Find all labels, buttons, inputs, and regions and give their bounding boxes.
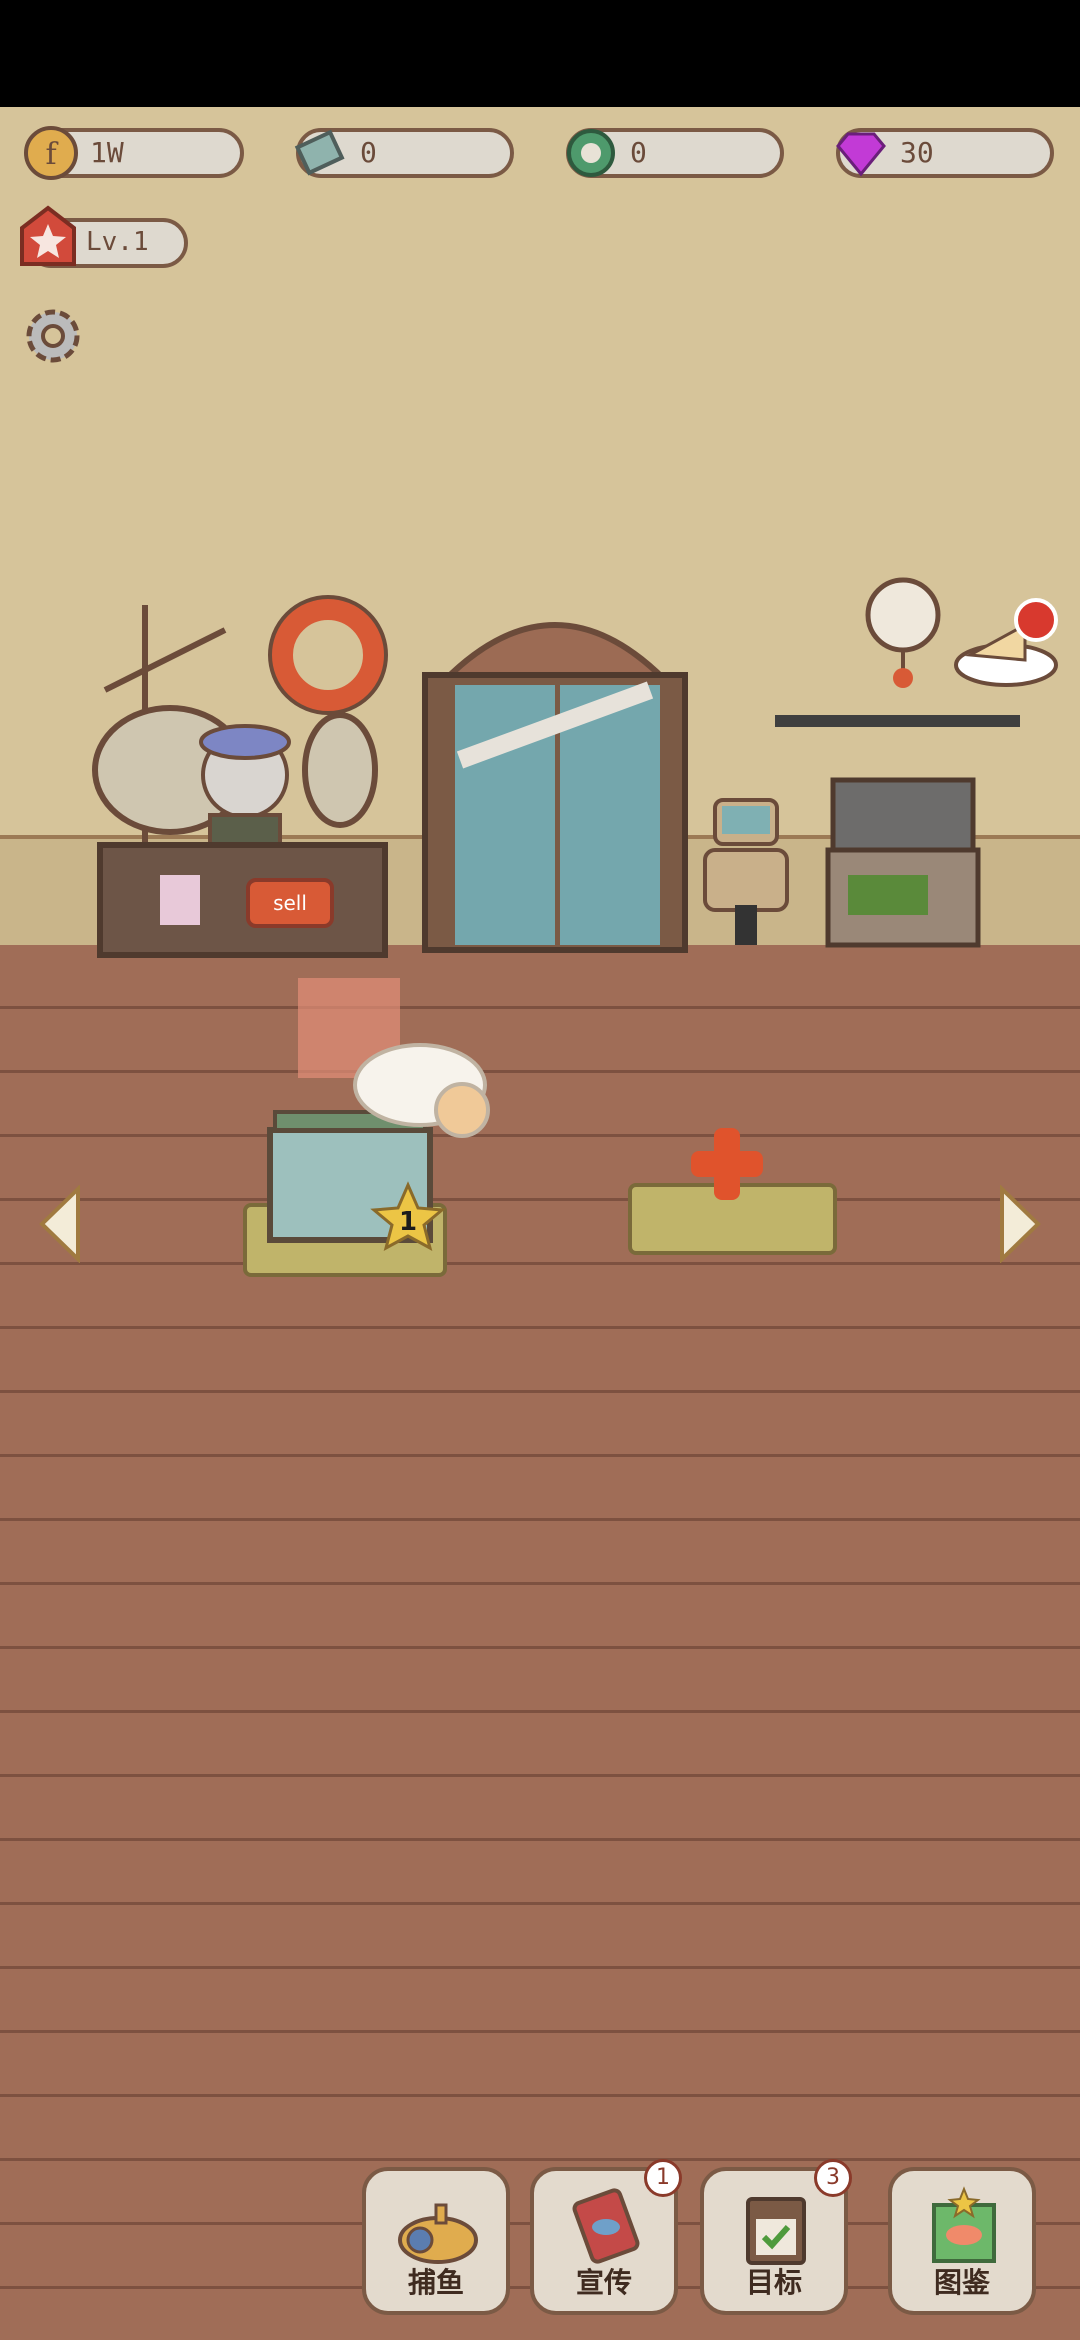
- fishing-label: 捕鱼: [407, 2266, 464, 2299]
- level-text: Lv.1: [86, 227, 149, 257]
- goals-badge: 3: [814, 2159, 852, 2197]
- gem-counter[interactable]: 30: [836, 128, 1054, 178]
- goals-label: 目标: [745, 2266, 802, 2299]
- promotion-label: 宣传: [575, 2266, 632, 2299]
- gem-amount: 30: [900, 136, 934, 169]
- gear-icon[interactable]: [20, 303, 86, 369]
- storage-shelf: [775, 715, 1020, 948]
- add-tank-slot[interactable]: [628, 1128, 837, 1255]
- tank-level-number: 1: [399, 1207, 417, 1237]
- catalog-button[interactable]: 图鉴: [888, 2167, 1036, 2315]
- left-arrow-icon[interactable]: [38, 1185, 82, 1263]
- catalog-label: 图鉴: [933, 2266, 990, 2299]
- goals-button[interactable]: 目标 3: [700, 2159, 852, 2315]
- cash-amount: 0: [360, 136, 377, 169]
- pearl-counter[interactable]: 0: [566, 128, 784, 178]
- elevator-door[interactable]: [422, 622, 688, 953]
- sell-sign-text: sell: [273, 891, 307, 915]
- promotion-badge: 1: [644, 2159, 682, 2197]
- gem-icon: [836, 132, 886, 177]
- fish-tank[interactable]: [243, 1110, 447, 1277]
- cash-counter[interactable]: 0: [294, 128, 514, 178]
- coin-icon: f: [24, 126, 78, 180]
- life-ring-decor: [271, 598, 385, 712]
- right-arrow-icon[interactable]: [998, 1185, 1042, 1263]
- robot-character: [703, 798, 789, 945]
- cash-icon: [294, 129, 345, 176]
- promotion-button[interactable]: 宣传 1: [530, 2159, 682, 2315]
- pearl-amount: 0: [630, 136, 647, 169]
- fishing-button[interactable]: 捕鱼: [362, 2167, 510, 2315]
- cat-clock-decor: [865, 577, 941, 653]
- cake-notification[interactable]: [954, 598, 1058, 687]
- coin-amount: 1W: [90, 136, 124, 169]
- level-star-icon: [20, 205, 76, 266]
- coin-counter[interactable]: f 1W: [24, 126, 244, 180]
- sell-counter: [97, 842, 388, 958]
- level-badge[interactable]: Lv.1: [20, 205, 188, 268]
- svg-text:f: f: [45, 137, 58, 172]
- shop-scene: sell 1: [92, 577, 1058, 1277]
- pearl-icon: [567, 129, 615, 177]
- shopkeeper-character: [199, 724, 291, 857]
